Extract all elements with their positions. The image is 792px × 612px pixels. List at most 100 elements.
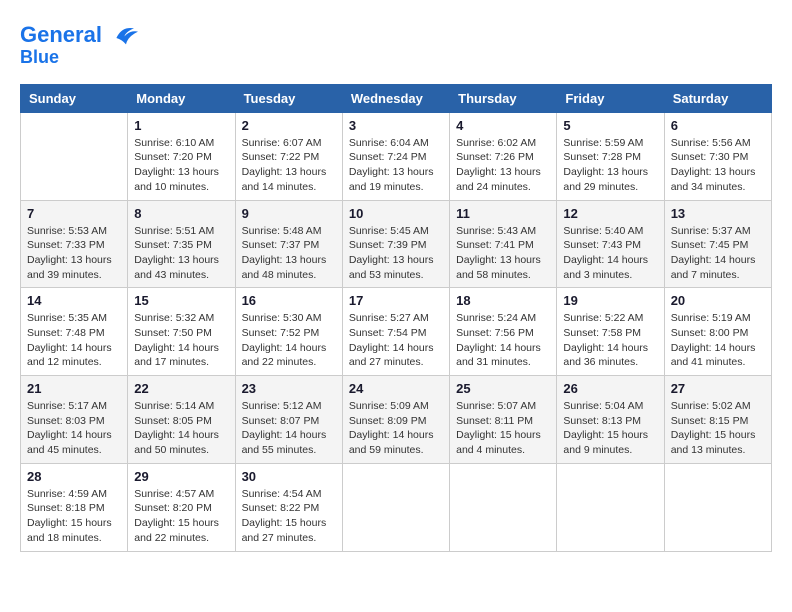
calendar-cell: 22 Sunrise: 5:14 AM Sunset: 8:05 PM Dayli… <box>128 376 235 464</box>
day-number: 27 <box>671 381 765 396</box>
day-number: 5 <box>563 118 657 133</box>
calendar-cell: 18 Sunrise: 5:24 AM Sunset: 7:56 PM Dayli… <box>450 288 557 376</box>
calendar-cell: 21 Sunrise: 5:17 AM Sunset: 8:03 PM Dayli… <box>21 376 128 464</box>
day-number: 20 <box>671 293 765 308</box>
calendar-cell: 19Sunrise: 5:22 AM Sunset: 7:58 PM Dayli… <box>557 288 664 376</box>
calendar-cell: 6 Sunrise: 5:56 AM Sunset: 7:30 PM Daylig… <box>664 112 771 200</box>
calendar-week-row: 7 Sunrise: 5:53 AM Sunset: 7:33 PM Daylig… <box>21 200 772 288</box>
day-info: Sunrise: 6:07 AM Sunset: 7:22 PM Dayligh… <box>242 136 336 195</box>
calendar-cell: 12 Sunrise: 5:40 AM Sunset: 7:43 PM Dayli… <box>557 200 664 288</box>
day-info: Sunrise: 5:24 AM Sunset: 7:56 PM Dayligh… <box>456 311 550 370</box>
calendar-week-row: 14Sunrise: 5:35 AM Sunset: 7:48 PM Dayli… <box>21 288 772 376</box>
day-number: 2 <box>242 118 336 133</box>
calendar-cell: 25 Sunrise: 5:07 AM Sunset: 8:11 PM Dayli… <box>450 376 557 464</box>
weekday-header-row: SundayMondayTuesdayWednesdayThursdayFrid… <box>21 84 772 112</box>
day-info: Sunrise: 5:09 AM Sunset: 8:09 PM Dayligh… <box>349 399 443 458</box>
day-info: Sunrise: 5:40 AM Sunset: 7:43 PM Dayligh… <box>563 224 657 283</box>
day-number: 30 <box>242 469 336 484</box>
calendar-cell: 2 Sunrise: 6:07 AM Sunset: 7:22 PM Daylig… <box>235 112 342 200</box>
day-number: 4 <box>456 118 550 133</box>
calendar-cell <box>557 463 664 551</box>
calendar-cell: 15Sunrise: 5:32 AM Sunset: 7:50 PM Dayli… <box>128 288 235 376</box>
calendar-cell: 13Sunrise: 5:37 AM Sunset: 7:45 PM Dayli… <box>664 200 771 288</box>
day-info: Sunrise: 6:02 AM Sunset: 7:26 PM Dayligh… <box>456 136 550 195</box>
day-info: Sunrise: 4:59 AM Sunset: 8:18 PM Dayligh… <box>27 487 121 546</box>
day-number: 22 <box>134 381 228 396</box>
day-number: 11 <box>456 206 550 221</box>
day-info: Sunrise: 5:53 AM Sunset: 7:33 PM Dayligh… <box>27 224 121 283</box>
calendar-cell: 1 Sunrise: 6:10 AM Sunset: 7:20 PM Daylig… <box>128 112 235 200</box>
weekday-header: Tuesday <box>235 84 342 112</box>
calendar-week-row: 21 Sunrise: 5:17 AM Sunset: 8:03 PM Dayli… <box>21 376 772 464</box>
calendar-cell: 11 Sunrise: 5:43 AM Sunset: 7:41 PM Dayli… <box>450 200 557 288</box>
day-number: 21 <box>27 381 121 396</box>
weekday-header: Thursday <box>450 84 557 112</box>
weekday-header: Saturday <box>664 84 771 112</box>
calendar-cell: 27 Sunrise: 5:02 AM Sunset: 8:15 PM Dayli… <box>664 376 771 464</box>
calendar-cell: 9 Sunrise: 5:48 AM Sunset: 7:37 PM Daylig… <box>235 200 342 288</box>
day-info: Sunrise: 5:14 AM Sunset: 8:05 PM Dayligh… <box>134 399 228 458</box>
day-number: 29 <box>134 469 228 484</box>
day-info: Sunrise: 5:51 AM Sunset: 7:35 PM Dayligh… <box>134 224 228 283</box>
calendar-cell <box>21 112 128 200</box>
day-info: Sunrise: 5:59 AM Sunset: 7:28 PM Dayligh… <box>563 136 657 195</box>
calendar-week-row: 1 Sunrise: 6:10 AM Sunset: 7:20 PM Daylig… <box>21 112 772 200</box>
day-info: Sunrise: 5:04 AM Sunset: 8:13 PM Dayligh… <box>563 399 657 458</box>
calendar-cell: 28 Sunrise: 4:59 AM Sunset: 8:18 PM Dayli… <box>21 463 128 551</box>
day-number: 17 <box>349 293 443 308</box>
day-number: 6 <box>671 118 765 133</box>
calendar-cell: 17 Sunrise: 5:27 AM Sunset: 7:54 PM Dayli… <box>342 288 449 376</box>
day-info: Sunrise: 5:32 AM Sunset: 7:50 PM Dayligh… <box>134 311 228 370</box>
day-info: Sunrise: 5:02 AM Sunset: 8:15 PM Dayligh… <box>671 399 765 458</box>
calendar-cell: 20Sunrise: 5:19 AM Sunset: 8:00 PM Dayli… <box>664 288 771 376</box>
day-info: Sunrise: 5:45 AM Sunset: 7:39 PM Dayligh… <box>349 224 443 283</box>
day-info: Sunrise: 6:04 AM Sunset: 7:24 PM Dayligh… <box>349 136 443 195</box>
day-info: Sunrise: 5:12 AM Sunset: 8:07 PM Dayligh… <box>242 399 336 458</box>
day-info: Sunrise: 4:57 AM Sunset: 8:20 PM Dayligh… <box>134 487 228 546</box>
weekday-header: Sunday <box>21 84 128 112</box>
day-number: 7 <box>27 206 121 221</box>
calendar-cell <box>664 463 771 551</box>
weekday-header: Wednesday <box>342 84 449 112</box>
day-info: Sunrise: 6:10 AM Sunset: 7:20 PM Dayligh… <box>134 136 228 195</box>
logo: General Blue <box>20 20 142 68</box>
day-number: 8 <box>134 206 228 221</box>
calendar-cell: 16Sunrise: 5:30 AM Sunset: 7:52 PM Dayli… <box>235 288 342 376</box>
calendar-week-row: 28 Sunrise: 4:59 AM Sunset: 8:18 PM Dayli… <box>21 463 772 551</box>
calendar-cell: 8 Sunrise: 5:51 AM Sunset: 7:35 PM Daylig… <box>128 200 235 288</box>
day-number: 26 <box>563 381 657 396</box>
calendar-cell: 26 Sunrise: 5:04 AM Sunset: 8:13 PM Dayli… <box>557 376 664 464</box>
day-info: Sunrise: 5:43 AM Sunset: 7:41 PM Dayligh… <box>456 224 550 283</box>
day-number: 10 <box>349 206 443 221</box>
day-info: Sunrise: 5:37 AM Sunset: 7:45 PM Dayligh… <box>671 224 765 283</box>
day-number: 3 <box>349 118 443 133</box>
calendar-cell: 10 Sunrise: 5:45 AM Sunset: 7:39 PM Dayli… <box>342 200 449 288</box>
calendar-cell: 4 Sunrise: 6:02 AM Sunset: 7:26 PM Daylig… <box>450 112 557 200</box>
day-number: 25 <box>456 381 550 396</box>
calendar-cell: 14Sunrise: 5:35 AM Sunset: 7:48 PM Dayli… <box>21 288 128 376</box>
calendar-cell: 23 Sunrise: 5:12 AM Sunset: 8:07 PM Dayli… <box>235 376 342 464</box>
day-info: Sunrise: 5:17 AM Sunset: 8:03 PM Dayligh… <box>27 399 121 458</box>
day-info: Sunrise: 5:48 AM Sunset: 7:37 PM Dayligh… <box>242 224 336 283</box>
day-number: 9 <box>242 206 336 221</box>
calendar-cell <box>342 463 449 551</box>
calendar-table: SundayMondayTuesdayWednesdayThursdayFrid… <box>20 84 772 552</box>
day-info: Sunrise: 5:22 AM Sunset: 7:58 PM Dayligh… <box>563 311 657 370</box>
day-number: 28 <box>27 469 121 484</box>
day-info: Sunrise: 4:54 AM Sunset: 8:22 PM Dayligh… <box>242 487 336 546</box>
day-number: 12 <box>563 206 657 221</box>
day-number: 23 <box>242 381 336 396</box>
day-number: 24 <box>349 381 443 396</box>
day-number: 1 <box>134 118 228 133</box>
calendar-cell: 5 Sunrise: 5:59 AM Sunset: 7:28 PM Daylig… <box>557 112 664 200</box>
day-info: Sunrise: 5:07 AM Sunset: 8:11 PM Dayligh… <box>456 399 550 458</box>
day-info: Sunrise: 5:56 AM Sunset: 7:30 PM Dayligh… <box>671 136 765 195</box>
calendar-cell: 3 Sunrise: 6:04 AM Sunset: 7:24 PM Daylig… <box>342 112 449 200</box>
day-info: Sunrise: 5:35 AM Sunset: 7:48 PM Dayligh… <box>27 311 121 370</box>
weekday-header: Friday <box>557 84 664 112</box>
calendar-cell: 30 Sunrise: 4:54 AM Sunset: 8:22 PM Dayli… <box>235 463 342 551</box>
weekday-header: Monday <box>128 84 235 112</box>
calendar-cell: 24 Sunrise: 5:09 AM Sunset: 8:09 PM Dayli… <box>342 376 449 464</box>
day-info: Sunrise: 5:27 AM Sunset: 7:54 PM Dayligh… <box>349 311 443 370</box>
day-number: 18 <box>456 293 550 308</box>
